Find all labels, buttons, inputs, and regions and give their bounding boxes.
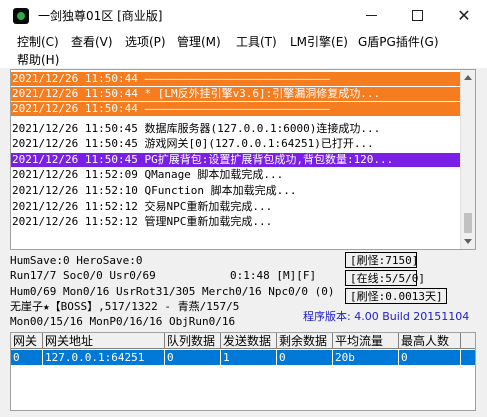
- log-line: 2021/12/26 11:50:44 * [LM反外挂引擎v3.6]:引擎漏洞…: [11, 87, 461, 101]
- col-header-gateway[interactable]: 网关: [11, 333, 43, 349]
- gateway-table[interactable]: 网关 网关地址 队列数据 发送数据 剩余数据 平均流量 最高人数 0 127.0…: [10, 332, 476, 411]
- refresh-count: [刷怪:7150]: [350, 254, 419, 267]
- col-header-avg-traffic[interactable]: 平均流量: [333, 333, 399, 349]
- scroll-up-icon[interactable]: [464, 75, 472, 80]
- run-status: Run17/7 Soc0/0 Usr0/69: [10, 269, 156, 282]
- title-bar: 一剑独尊01区 [商业版] ✕: [0, 0, 487, 31]
- human-monster-status: Hum0/69 Mon0/16 UsrRot31/305 Merch0/16 N…: [10, 285, 335, 298]
- save-status: HumSave:0 HeroSave:0: [10, 254, 143, 267]
- log-line: 2021/12/26 11:50:44 ————————————————————…: [11, 102, 461, 116]
- cell-queue: 0: [165, 350, 221, 365]
- col-header-max-users[interactable]: 最高人数: [399, 333, 461, 349]
- col-header-address[interactable]: 网关地址: [43, 333, 165, 349]
- cell-gateway: 0: [11, 350, 43, 365]
- boss-status: 无崖子★【BOSS】,517/1322 - 青燕/157/5: [10, 300, 240, 313]
- col-header-queue[interactable]: 队列数据: [165, 333, 221, 349]
- menu-tools[interactable]: 工具(T): [236, 33, 277, 50]
- status-panel: HumSave:0 HeroSave:0 Run17/7 Soc0/0 Usr0…: [10, 252, 476, 328]
- maximize-icon: [411, 10, 423, 21]
- menu-lm-engine[interactable]: LM引擎(E): [290, 33, 348, 50]
- log-line: 2021/12/26 11:52:09 QManage 脚本加载完成...: [12, 168, 284, 181]
- log-line: 2021/12/26 11:50:45 数据库服务器(127.0.0.1:600…: [12, 122, 381, 135]
- window-title: 一剑独尊01区 [商业版]: [38, 9, 163, 23]
- log-panel[interactable]: 2021/12/26 11:50:44 ————————————————————…: [10, 69, 476, 250]
- uptime-status: 0:1:48 [M][F]: [230, 269, 317, 282]
- log-line: 2021/12/26 11:52:10 QFunction 脚本加载完成...: [12, 184, 297, 197]
- menu-bar: 控制(C) 查看(V) 选项(P) 管理(M) 工具(T) LM引擎(E) G盾…: [0, 31, 487, 68]
- table-row[interactable]: 0 127.0.0.1:64251 0 1 0 20b 0: [11, 350, 475, 365]
- minimize-icon: [365, 15, 377, 16]
- col-header-remaining[interactable]: 剩余数据: [277, 333, 333, 349]
- log-line: 2021/12/26 11:52:12 交易NPC重新加载完成...: [12, 200, 273, 213]
- refresh-rate: [刷怪:0.0013天]: [350, 290, 443, 303]
- menu-g-shield-plugin[interactable]: G盾PG插件(G): [358, 33, 439, 50]
- log-line: 2021/12/26 11:50:45 游戏网关[0](127.0.0.1:64…: [12, 137, 374, 150]
- close-button[interactable]: ✕: [441, 0, 487, 31]
- minimize-button[interactable]: [348, 0, 394, 31]
- app-icon: [13, 8, 29, 24]
- scroll-down-icon[interactable]: [464, 239, 472, 244]
- menu-view[interactable]: 查看(V): [71, 33, 113, 50]
- scroll-thumb[interactable]: [464, 213, 472, 233]
- monster-run-status: Mon00/15/16 MonP0/16/16 ObjRun0/16: [10, 315, 236, 328]
- version-label: 程序版本: 4.00 Build 20151104: [303, 310, 470, 323]
- cell-sent: 1: [221, 350, 277, 365]
- cell-remaining: 0: [277, 350, 333, 365]
- cell-max-users: 0: [399, 350, 461, 365]
- menu-options[interactable]: 选项(P): [125, 33, 166, 50]
- close-icon: ✕: [457, 5, 471, 25]
- menu-control[interactable]: 控制(C): [17, 33, 59, 50]
- log-line: 2021/12/26 11:50:44 ————————————————————…: [11, 72, 461, 86]
- table-header: 网关 网关地址 队列数据 发送数据 剩余数据 平均流量 最高人数: [11, 333, 475, 349]
- log-line: 2021/12/26 11:52:12 管理NPC重新加载完成...: [12, 215, 273, 228]
- maximize-button[interactable]: [394, 0, 440, 31]
- online-count: [在线:5/5/0]: [350, 272, 425, 285]
- cell-address: 127.0.0.1:64251: [43, 350, 165, 365]
- col-header-sent[interactable]: 发送数据: [221, 333, 277, 349]
- cell-avg-traffic: 20b: [333, 350, 399, 365]
- log-line: 2021/12/26 11:50:45 PG扩展背包:设置扩展背包成功,背包数量…: [11, 153, 461, 167]
- log-scrollbar[interactable]: [460, 70, 475, 249]
- menu-help[interactable]: 帮助(H): [17, 51, 59, 68]
- menu-manage[interactable]: 管理(M): [177, 33, 221, 50]
